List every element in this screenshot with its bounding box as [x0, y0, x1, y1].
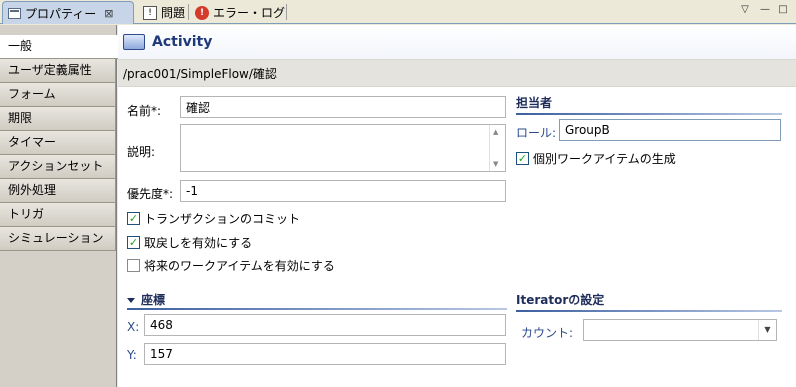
- view-tab-bar: プロパティー ⊠ ! 問題 ! エラー・ログ ▽ — □: [0, 0, 796, 24]
- section-divider: [127, 308, 507, 310]
- tab-problems-label: 問題: [161, 6, 186, 20]
- close-icon[interactable]: ⊠: [104, 7, 113, 20]
- view-menu-icon[interactable]: ▽: [739, 4, 751, 16]
- sidebar-item-deadline[interactable]: 期限: [0, 107, 116, 131]
- tab-properties[interactable]: プロパティー ⊠: [2, 1, 134, 24]
- chevron-down-icon[interactable]: ▼: [758, 320, 776, 340]
- y-coordinate-field[interactable]: [144, 343, 506, 365]
- count-label: カウント:: [521, 326, 574, 340]
- checkbox-unchecked-icon: [127, 259, 140, 272]
- priority-field[interactable]: [180, 180, 506, 202]
- page-header: Activity: [118, 25, 796, 59]
- y-label: Y:: [127, 348, 137, 362]
- sidebar-item-form[interactable]: フォーム: [0, 83, 116, 107]
- description-label: 説明:: [127, 145, 156, 159]
- activity-icon: [123, 34, 145, 50]
- commit-transaction-label: トランザクションのコミット: [144, 212, 301, 226]
- scroll-up-icon[interactable]: ▲: [493, 128, 498, 136]
- role-label: ロール:: [516, 126, 557, 140]
- priority-label: 優先度*:: [127, 187, 174, 201]
- coordinates-section-title[interactable]: 座標: [127, 291, 165, 308]
- problems-icon: !: [143, 5, 157, 20]
- individual-workitem-label: 個別ワークアイテムの生成: [533, 152, 676, 166]
- scroll-down-icon[interactable]: ▼: [493, 160, 498, 168]
- breadcrumb: /prac001/SimpleFlow/確認: [118, 59, 796, 87]
- count-select[interactable]: ▼: [583, 319, 777, 341]
- sidebar-item-simulation[interactable]: シミュレーション: [0, 227, 116, 251]
- enable-future-workitem-checkbox[interactable]: 将来のワークアイテムを有効にする: [127, 257, 335, 274]
- x-label: X:: [127, 320, 140, 334]
- tab-properties-label: プロパティー: [25, 6, 97, 21]
- name-label: 名前*:: [127, 104, 162, 118]
- properties-icon: [8, 7, 21, 19]
- enable-recall-checkbox[interactable]: ✓ 取戻しを有効にする: [127, 234, 252, 251]
- minimize-icon[interactable]: —: [759, 4, 771, 16]
- collapse-triangle-icon[interactable]: [127, 298, 135, 303]
- checkbox-checked-icon: ✓: [127, 236, 140, 249]
- error-log-icon: !: [195, 5, 209, 20]
- name-field[interactable]: [180, 96, 506, 118]
- sidebar-item-timer[interactable]: タイマー: [0, 131, 116, 155]
- properties-main-panel: Activity /prac001/SimpleFlow/確認 名前*: 説明:…: [118, 25, 796, 387]
- description-scrollbar[interactable]: ▲ ▼: [489, 125, 505, 171]
- enable-recall-label: 取戻しを有効にする: [144, 236, 253, 250]
- sidebar-item-user-attributes[interactable]: ユーザ定義属性: [0, 59, 116, 83]
- tab-error-log[interactable]: ! エラー・ログ: [190, 1, 290, 24]
- tab-divider: [286, 4, 287, 20]
- x-coordinate-field[interactable]: [144, 314, 506, 336]
- maximize-icon[interactable]: □: [777, 4, 789, 16]
- tab-error-log-label: エラー・ログ: [213, 6, 286, 20]
- assignee-section-title: 担当者: [516, 96, 553, 110]
- section-divider: [516, 113, 782, 115]
- sidebar-item-exception[interactable]: 例外処理: [0, 179, 116, 203]
- properties-sidebar: 一般 ユーザ定義属性 フォーム 期限 タイマー アクションセット 例外処理 トリ…: [0, 25, 118, 387]
- sidebar-item-action-set[interactable]: アクションセット: [0, 155, 116, 179]
- commit-transaction-checkbox[interactable]: ✓ トランザクションのコミット: [127, 210, 300, 227]
- sidebar-item-general[interactable]: 一般: [0, 35, 118, 59]
- iterator-section-title: Iteratorの設定: [516, 293, 605, 307]
- page-title: Activity: [152, 34, 213, 50]
- role-field[interactable]: [559, 119, 781, 141]
- tab-problems[interactable]: ! 問題: [138, 1, 190, 24]
- enable-future-workitem-label: 将来のワークアイテムを有効にする: [144, 259, 335, 273]
- tab-divider: [188, 4, 189, 20]
- individual-workitem-checkbox[interactable]: ✓ 個別ワークアイテムの生成: [516, 150, 676, 167]
- description-field[interactable]: ▲ ▼: [180, 124, 506, 172]
- checkbox-checked-icon: ✓: [127, 212, 140, 225]
- sidebar-item-trigger[interactable]: トリガ: [0, 203, 116, 227]
- checkbox-checked-icon: ✓: [516, 152, 529, 165]
- section-divider: [516, 310, 782, 312]
